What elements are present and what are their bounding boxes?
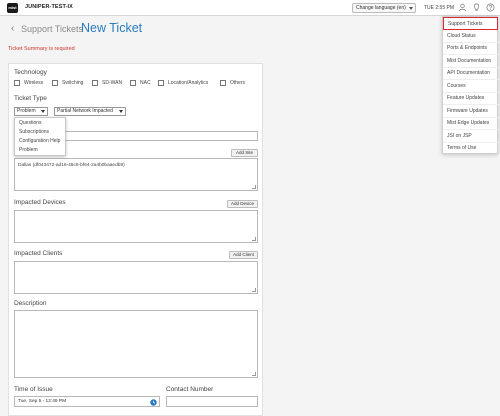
checkbox-label: Switching xyxy=(62,80,84,86)
description-field[interactable] xyxy=(14,310,258,378)
checkbox-label: NAC xyxy=(140,80,151,86)
ticket-type-value: Problem xyxy=(17,108,36,114)
clock-icon[interactable] xyxy=(150,398,157,406)
add-device-button[interactable]: Add Device xyxy=(227,200,258,208)
help-menu-feature-updates[interactable]: Feature Updates xyxy=(443,92,499,105)
resize-handle[interactable] xyxy=(252,288,256,292)
chevron-down-icon xyxy=(409,7,413,10)
checkbox-switching[interactable]: Switching xyxy=(52,80,83,86)
help-menu-mist-edge-updates[interactable]: Mist Edge Updates xyxy=(443,117,499,130)
checkbox-sd-wan[interactable]: SD-WAN xyxy=(92,80,122,86)
checkbox-box[interactable] xyxy=(130,80,136,86)
breadcrumb[interactable]: Support Tickets xyxy=(21,24,83,34)
ticket-type-dropdown: Questions Subscriptions Configuration He… xyxy=(14,117,66,156)
ticket-type-label: Ticket Type xyxy=(14,95,47,102)
impacted-devices-label: Impacted Devices xyxy=(14,199,66,206)
help-menu-cloud-status[interactable]: Cloud Status xyxy=(443,30,499,43)
checkbox-box[interactable] xyxy=(92,80,98,86)
time-of-issue-label: Time of Issue xyxy=(14,386,53,393)
clock: TUE 2:55 PM xyxy=(424,5,455,11)
priority-value: Partial Network Impacted xyxy=(57,108,113,114)
help-menu-support-tickets[interactable]: Support Tickets xyxy=(443,17,498,30)
error-message: Ticket Summary is required xyxy=(8,46,75,52)
resize-handle[interactable] xyxy=(252,372,256,376)
checkbox-label: Others xyxy=(230,80,246,86)
org-name[interactable]: JUNIPER-TEST-IX xyxy=(25,4,73,10)
contact-number-input[interactable] xyxy=(166,396,258,407)
lightbulb-icon[interactable] xyxy=(472,3,481,12)
checkbox-box[interactable] xyxy=(220,80,226,86)
checkbox-box[interactable] xyxy=(52,80,58,86)
time-of-issue-value: Tue, Sep 5 - 12:49 PM xyxy=(18,399,67,404)
checkbox-label: SD-WAN xyxy=(102,80,123,86)
breadcrumb-separator: : xyxy=(76,24,79,34)
description-label: Description xyxy=(14,300,47,307)
ticket-type-select[interactable]: Problem xyxy=(14,107,48,116)
chevron-left-icon[interactable]: ‹ xyxy=(11,23,14,34)
checkbox-box[interactable] xyxy=(14,80,20,86)
mist-logo: mist xyxy=(7,3,18,13)
resize-handle[interactable] xyxy=(252,237,256,241)
chevron-down-icon xyxy=(41,110,45,113)
checkbox-wireless[interactable]: Wireless xyxy=(14,80,43,86)
language-select[interactable]: Change language (en) xyxy=(352,3,416,13)
dropdown-option-configuration-help[interactable]: Configuration Help xyxy=(19,138,60,144)
language-select-label: Change language (en) xyxy=(356,5,406,11)
impacted-devices-field[interactable] xyxy=(14,210,258,243)
top-bar: mist JUNIPER-TEST-IX Change language (en… xyxy=(0,0,500,16)
resize-handle[interactable] xyxy=(252,185,256,189)
chevron-down-icon xyxy=(119,110,123,113)
help-menu-terms-of-use[interactable]: Terms of Use xyxy=(443,142,499,155)
user-icon[interactable] xyxy=(458,3,467,12)
help-menu-courses[interactable]: Courses xyxy=(443,80,499,93)
contact-number-label: Contact Number xyxy=(166,386,214,393)
dropdown-option-subscriptions[interactable]: Subscriptions xyxy=(19,129,49,135)
checkbox-box[interactable] xyxy=(158,80,164,86)
checkbox-nac[interactable]: NAC xyxy=(130,80,151,86)
impacted-clients-label: Impacted Clients xyxy=(14,250,63,257)
dropdown-option-questions[interactable]: Questions xyxy=(19,120,42,126)
help-menu-jsi-on-jsp[interactable]: JSI on JSP xyxy=(443,130,499,143)
checkbox-label: Location/Analytics xyxy=(168,80,209,86)
checkbox-label: Wireless xyxy=(24,80,44,86)
site-field[interactable]: Dallas (df043472-ad16-48c6-bf64-2a4b0baa… xyxy=(14,158,258,191)
page-title: New Ticket xyxy=(81,21,143,35)
impacted-clients-field[interactable] xyxy=(14,261,258,294)
site-value: Dallas (df043472-ad16-48c6-bf64-2a4b0baa… xyxy=(18,163,125,168)
help-icon[interactable] xyxy=(486,3,495,12)
help-menu-api-documentation[interactable]: API Documentation xyxy=(443,67,499,80)
dropdown-option-problem[interactable]: Problem xyxy=(19,147,38,153)
add-client-button[interactable]: Add Client xyxy=(229,251,258,259)
help-menu-firmware-updates[interactable]: Firmware Updates xyxy=(443,105,499,118)
checkbox-others[interactable]: Others xyxy=(220,80,245,86)
technology-label: Technology xyxy=(14,69,47,76)
help-menu-mist-documentation[interactable]: Mist Documentation xyxy=(443,55,499,68)
priority-select[interactable]: Partial Network Impacted xyxy=(54,107,126,116)
help-menu: Support Tickets Cloud Status Ports & End… xyxy=(442,16,499,155)
help-menu-ports-endpoints[interactable]: Ports & Endpoints xyxy=(443,42,499,55)
time-of-issue-input[interactable]: Tue, Sep 5 - 12:49 PM xyxy=(14,396,160,407)
add-site-button[interactable]: Add Site xyxy=(231,149,258,157)
checkbox-location-analytics[interactable]: Location/Analytics xyxy=(158,80,208,86)
